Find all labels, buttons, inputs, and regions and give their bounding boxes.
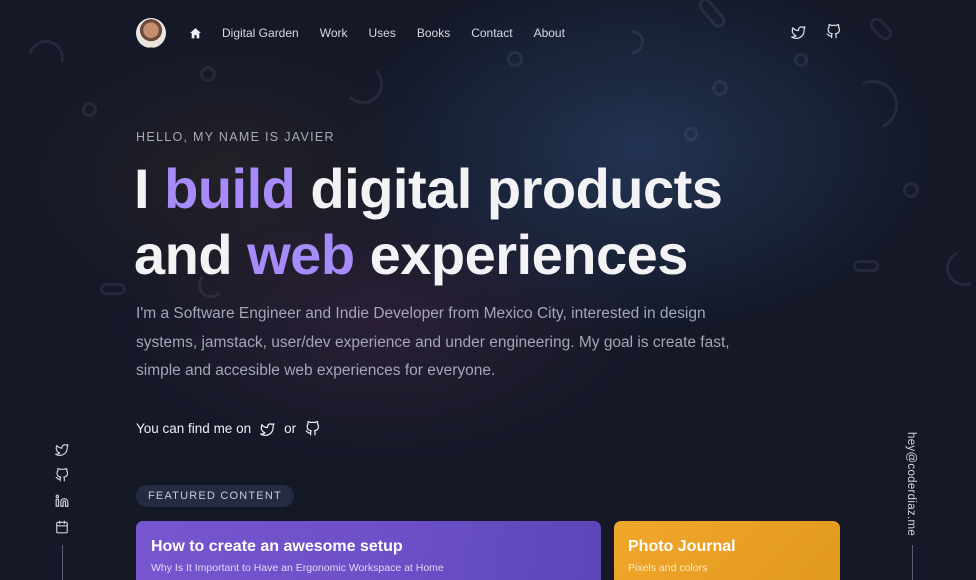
email-link[interactable]: hey@coderdiaz.me <box>905 432 917 536</box>
hero-eyebrow: HELLO, MY NAME IS JAVIER <box>136 130 335 144</box>
header-social-links <box>791 24 841 39</box>
card-subtitle: Why Is It Important to Have an Ergonomic… <box>151 562 444 574</box>
avatar[interactable] <box>136 18 166 48</box>
twitter-icon[interactable] <box>791 24 806 39</box>
featured-card-photo-journal[interactable]: Photo Journal Pixels and colors <box>614 521 840 580</box>
card-title: How to create an awesome setup <box>151 538 403 555</box>
github-icon[interactable] <box>55 468 69 482</box>
nav-link-contact[interactable]: Contact <box>471 26 512 40</box>
headline-accent: web <box>247 223 355 286</box>
nav-link-digital-garden[interactable]: Digital Garden <box>222 26 299 40</box>
headline-text: experiences <box>354 223 689 286</box>
headline-text: and <box>134 223 248 286</box>
twitter-icon[interactable] <box>55 442 69 456</box>
left-rail-line <box>62 545 63 580</box>
featured-card-setup[interactable]: How to create an awesome setup Why Is It… <box>136 521 601 580</box>
calendar-icon[interactable] <box>55 520 69 534</box>
linkedin-icon[interactable] <box>55 494 69 508</box>
nav-link-books[interactable]: Books <box>417 26 450 40</box>
right-rail-line <box>912 545 913 580</box>
find-me-row: You can find me on or <box>136 421 320 436</box>
headline-text: digital products <box>295 157 723 220</box>
nav-link-about[interactable]: About <box>534 26 565 40</box>
nav-link-work[interactable]: Work <box>320 26 348 40</box>
nav-link-uses[interactable]: Uses <box>369 26 396 40</box>
card-title: Photo Journal <box>628 538 736 555</box>
headline-accent: build <box>164 157 296 220</box>
main-nav: Digital Garden Work Uses Books Contact A… <box>136 18 565 48</box>
featured-content-badge: FEATURED CONTENT <box>136 485 294 507</box>
left-social-rail <box>55 442 69 534</box>
hero-intro: I'm a Software Engineer and Indie Develo… <box>136 305 730 379</box>
find-me-label: You can find me on <box>136 421 252 436</box>
or-label: or <box>284 421 297 436</box>
home-icon[interactable] <box>188 26 202 40</box>
twitter-icon[interactable] <box>260 421 275 436</box>
github-icon[interactable] <box>826 24 841 39</box>
headline-text: I <box>134 157 165 220</box>
github-icon[interactable] <box>305 421 320 436</box>
hero-headline: I build digital products and web experie… <box>134 156 834 288</box>
card-subtitle: Pixels and colors <box>628 562 708 574</box>
